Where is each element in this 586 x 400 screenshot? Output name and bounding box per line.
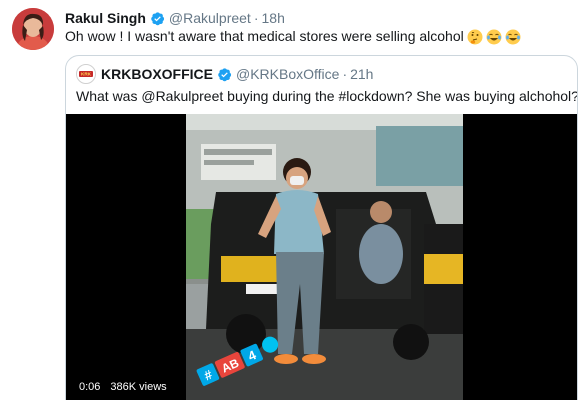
quoted-avatar-text: KRK — [81, 72, 92, 77]
thinking-face-icon — [467, 29, 483, 45]
tweet-header: Rakul Singh @Rakulpreet · 18h — [65, 9, 285, 27]
separator-dot: · — [342, 66, 348, 82]
author-avatar[interactable] — [12, 8, 54, 50]
quoted-author-name[interactable]: KRKBOXOFFICE — [101, 66, 213, 82]
quoted-tweet-header: KRK KRKBOXOFFICE @KRKBoxOffice · 21h — [76, 64, 373, 84]
quoted-tweet[interactable]: KRK KRKBOXOFFICE @KRKBoxOffice · 21h Wha… — [65, 55, 578, 400]
author-name[interactable]: Rakul Singh — [65, 10, 146, 26]
video-views: 386K views — [110, 381, 167, 393]
video-frame: # AB 4 — [186, 114, 463, 400]
tweet-timestamp[interactable]: 18h — [262, 10, 285, 26]
tears-of-joy-icon — [505, 29, 521, 45]
tweet[interactable]: Rakul Singh @Rakulpreet · 18h Oh wow ! I… — [0, 0, 586, 400]
quoted-author-avatar[interactable]: KRK — [76, 64, 96, 84]
quoted-tweet-text: What was @Rakulpreet buying during the #… — [76, 88, 578, 104]
verified-badge-icon — [150, 11, 165, 26]
tweet-text: Oh wow ! I wasn't aware that medical sto… — [65, 27, 521, 46]
video-player[interactable]: # AB 4 #AB4 — [66, 114, 577, 400]
quoted-author-handle[interactable]: @KRKBoxOffice — [236, 66, 339, 82]
video-meta: 0:06 386K views — [79, 379, 167, 395]
tweet-text-body: Oh wow ! I wasn't aware that medical sto… — [65, 28, 464, 44]
video-duration: 0:06 — [79, 381, 101, 393]
author-handle[interactable]: @Rakulpreet — [169, 10, 251, 26]
quoted-tweet-timestamp[interactable]: 21h — [350, 66, 373, 82]
tears-of-joy-icon — [486, 29, 502, 45]
separator-dot: · — [253, 10, 259, 26]
verified-badge-icon — [217, 67, 232, 82]
